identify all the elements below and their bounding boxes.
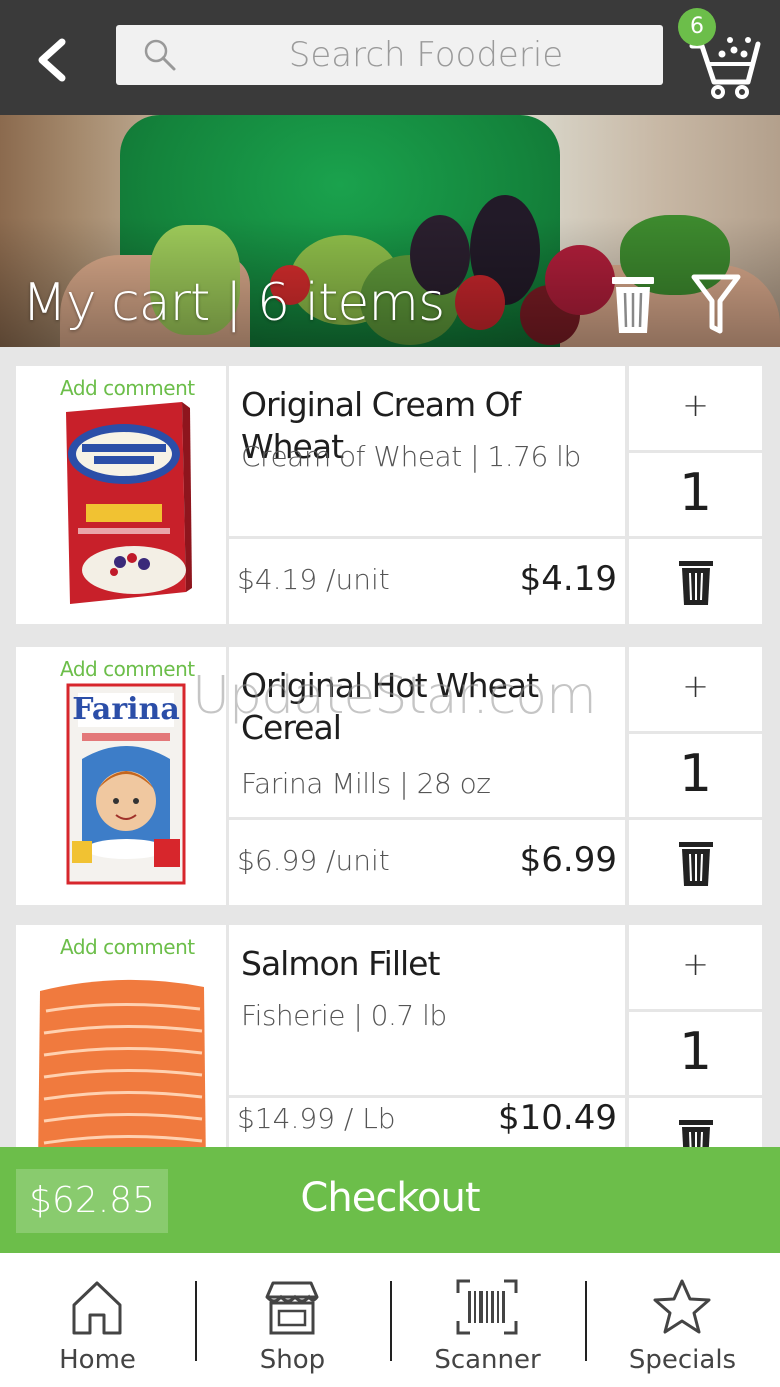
nav-home[interactable]: Home [0,1253,195,1387]
farina-box-image: Farina [66,683,186,885]
search-box[interactable] [116,25,663,85]
bottom-nav: Home Shop Scanner Specials [0,1253,780,1387]
product-info-cell[interactable]: Original Cream Of Wheat Cream of Wheat |… [229,366,625,536]
price-cell: $4.19 /unit $4.19 [229,539,625,624]
checkout-label: Checkout [300,1175,480,1221]
quantity-cell: 1 [629,734,762,817]
trash-icon [679,842,713,886]
nav-scanner[interactable]: Scanner [390,1253,585,1387]
back-arrow-icon [38,38,66,82]
product-brand-size: Fisherie | 0.7 lb [241,999,447,1032]
filter-icon [691,274,741,334]
increase-quantity-button[interactable]: + [629,366,762,450]
increase-quantity-button[interactable]: + [629,925,762,1009]
add-comment-link[interactable]: Add comment [60,376,195,400]
product-image-cell[interactable]: Add comment [16,366,226,624]
cart-total: $62.85 [16,1169,168,1233]
nav-specials[interactable]: Specials [585,1253,780,1387]
remove-item-button[interactable] [629,1098,762,1147]
add-comment-link[interactable]: Add comment [60,657,195,681]
unit-price: $6.99 /unit [237,844,390,877]
price-cell: $6.99 /unit $6.99 [229,820,625,905]
svg-text:Farina: Farina [72,692,180,727]
search-input[interactable] [206,33,646,77]
filter-button[interactable] [690,271,742,337]
nav-specials-label: Specials [628,1345,737,1375]
clear-cart-button[interactable] [608,273,658,337]
product-brand-size: Cream of Wheat | 1.76 lb [241,440,581,473]
unit-price: $4.19 /unit [237,563,390,596]
increase-quantity-button[interactable]: + [629,647,762,731]
quantity-value: 1 [678,744,713,804]
unit-price: $14.99 / Lb [237,1102,396,1135]
search-icon [144,39,176,71]
cart-title: My cart | 6 items [22,273,445,333]
product-name: Salmon Fillet [241,944,440,983]
nav-shop[interactable]: Shop [195,1253,390,1387]
trash-icon [679,1120,713,1147]
product-info-cell[interactable]: Original Hot Wheat Cereal Farina Mills |… [229,647,625,817]
nav-home-label: Home [59,1345,136,1375]
product-image-cell[interactable]: Add comment Farina [16,647,226,905]
quantity-value: 1 [678,1022,713,1082]
star-icon [653,1279,711,1334]
cart-item: Add comment Salmon Fillet Fisherie | 0.7… [16,925,762,1147]
salmon-fillet-image [38,979,206,1147]
cart-item: Add comment Original Cream Of Wheat Crea… [16,366,762,626]
trash-icon [679,561,713,605]
plus-icon: + [682,386,709,424]
product-image-cell[interactable]: Add comment [16,925,226,1147]
cart-item: Add comment Farina Original Hot Wheat Ce… [16,647,762,907]
back-button[interactable] [28,30,78,86]
product-brand-size: Farina Mills | 28 oz [241,767,491,800]
cart-items-list[interactable]: Add comment Original Cream Of Wheat Crea… [0,347,780,1147]
product-info-cell[interactable]: Salmon Fillet Fisherie | 0.7 lb [229,925,625,1095]
cart-count-badge: 6 [678,8,716,46]
top-bar: 6 [0,0,780,115]
home-icon [72,1281,122,1335]
add-comment-link[interactable]: Add comment [60,935,195,959]
trash-icon [612,277,654,333]
quantity-value: 1 [678,463,713,523]
line-total: $6.99 [519,840,617,880]
line-total: $4.19 [519,559,617,599]
remove-item-button[interactable] [629,539,762,624]
product-name: Original Hot Wheat Cereal [241,666,539,747]
checkout-button[interactable]: $62.85 Checkout [0,1147,780,1253]
quantity-cell: 1 [629,453,762,536]
shop-icon [265,1281,319,1335]
line-total: $10.49 [498,1098,617,1138]
price-cell: $14.99 / Lb $10.49 [229,1098,625,1147]
cream-of-wheat-box-image [66,402,192,604]
plus-icon: + [682,945,709,983]
barcode-scanner-icon [456,1279,518,1335]
cart-banner: My cart | 6 items [0,115,780,347]
quantity-cell: 1 [629,1012,762,1095]
nav-shop-label: Shop [259,1345,326,1375]
nav-scanner-label: Scanner [434,1345,541,1375]
remove-item-button[interactable] [629,820,762,905]
plus-icon: + [682,667,709,705]
